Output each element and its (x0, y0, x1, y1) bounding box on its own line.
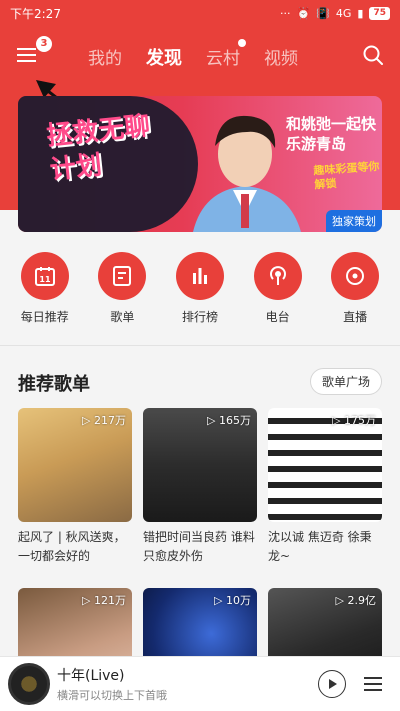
network-label: 4G (335, 6, 352, 20)
playlist-card[interactable]: ▷ 175万 沈以诚 焦迈奇 徐秉龙~ (268, 408, 382, 566)
top-nav: 3 我的 发现 云村 视频 (0, 30, 400, 80)
quick-link-label: 直播 (343, 310, 368, 324)
play-icon (329, 679, 337, 689)
banner-subtitle: 趣味彩蛋等你解锁 (313, 159, 380, 192)
playlist-card[interactable]: ▷ 165万 错把时间当良药 谁料只愈皮外伤 (143, 408, 257, 566)
playlist-title: 沈以诚 焦迈奇 徐秉龙~ (268, 530, 372, 563)
quick-links: 11 每日推荐 歌单 排行榜 电台 直播 (0, 252, 400, 325)
tab-cloud-village[interactable]: 云村 (206, 39, 246, 70)
dots-icon: ··· (279, 6, 291, 20)
quick-link-label: 每日推荐 (20, 310, 69, 324)
vibrate-icon: 📳 (316, 6, 330, 20)
calendar-icon: 11 (34, 267, 55, 286)
quick-link-label: 排行榜 (181, 310, 218, 324)
quick-link-label: 歌单 (110, 310, 135, 324)
battery-icon: 75 (369, 6, 390, 20)
quick-link-label: 电台 (265, 310, 290, 324)
now-playing-title: 十年(Live) (57, 668, 125, 684)
menu-badge: 3 (36, 36, 52, 52)
quick-link-daily[interactable]: 11 每日推荐 (15, 252, 75, 325)
playlist-title: 错把时间当良药 谁料只愈皮外伤 (143, 530, 255, 563)
tab-mine[interactable]: 我的 (88, 44, 122, 70)
now-playing-cover[interactable] (8, 663, 50, 705)
play-count: ▷ 10万 (214, 594, 251, 607)
chart-icon (192, 268, 207, 284)
play-count: ▷ 121万 (82, 594, 126, 607)
signal-icon: ▮ (357, 6, 364, 20)
playlist-cover: ▷ 217万 (18, 408, 132, 522)
status-bar: 下午2:27 ··· ⏰ 📳 4G ▮ 75 (0, 0, 400, 26)
play-button[interactable] (318, 670, 346, 698)
play-count: ▷ 2.9亿 (335, 594, 376, 607)
tab-bar: 我的 发现 云村 视频 (88, 39, 298, 70)
quick-link-live[interactable]: 直播 (325, 252, 385, 325)
playlist-cover: ▷ 175万 (268, 408, 382, 522)
radio-icon (269, 266, 286, 285)
promo-banner[interactable]: 拯救无聊计划 和姚弛一起快乐游青岛 趣味彩蛋等你解锁 独家策划 (18, 96, 382, 232)
banner-headline: 拯救无聊计划 (44, 111, 152, 186)
playlist-square-button[interactable]: 歌单广场 (309, 368, 382, 395)
banner-title: 和姚弛一起快乐游青岛 (286, 115, 377, 153)
playlist-title: 起风了 | 秋风送爽，一切都会好的 (18, 530, 126, 563)
playlist-card[interactable]: ▷ 217万 起风了 | 秋风送爽，一切都会好的 (18, 408, 132, 566)
quick-link-charts[interactable]: 排行榜 (170, 252, 230, 325)
quick-link-playlist[interactable]: 歌单 (92, 252, 152, 325)
status-time: 下午2:27 (10, 6, 61, 21)
tab-video[interactable]: 视频 (264, 44, 298, 70)
playlist-icon (113, 266, 132, 286)
notification-dot (238, 39, 246, 47)
mini-player[interactable]: 十年(Live) 横滑可以切换上下首哦 (0, 656, 400, 711)
calendar-day: 11 (39, 275, 51, 284)
playlist-queue-icon[interactable] (362, 673, 384, 695)
alarm-icon: ⏰ (296, 6, 311, 20)
now-playing-hint: 横滑可以切换上下首哦 (57, 689, 167, 702)
play-count: ▷ 217万 (82, 414, 126, 427)
play-count: ▷ 175万 (332, 414, 376, 427)
live-icon (346, 267, 365, 285)
menu-icon (17, 48, 36, 50)
tab-discover[interactable]: 发现 (146, 44, 182, 70)
play-count: ▷ 165万 (207, 414, 251, 427)
section-title: 推荐歌单 (18, 374, 90, 395)
tab-label: 云村 (206, 49, 240, 69)
banner-tag: 独家策划 (326, 210, 382, 232)
status-icons: ··· ⏰ 📳 4G ▮ 75 (279, 6, 390, 20)
playlist-cover: ▷ 165万 (143, 408, 257, 522)
search-icon[interactable] (362, 44, 384, 66)
divider (0, 345, 400, 346)
quick-link-radio[interactable]: 电台 (248, 252, 308, 325)
